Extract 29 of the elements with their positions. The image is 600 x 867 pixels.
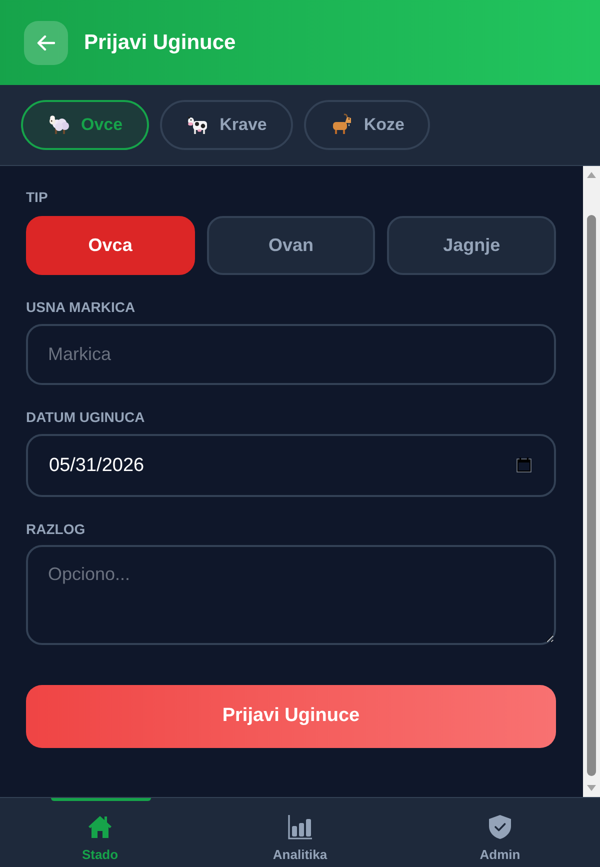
scrollbar[interactable]: [583, 166, 600, 797]
date-field[interactable]: 05/31/2026: [26, 434, 556, 497]
home-icon: [87, 814, 113, 840]
field-label: TIP: [26, 188, 49, 207]
field-label: USNA MARKICA: [26, 298, 136, 317]
field-label: DATUM UGINUCA: [26, 408, 146, 427]
nav-tab[interactable]: Stado: [0, 798, 200, 867]
species-tab[interactable]: Ovce: [21, 100, 149, 150]
sheep-icon: [47, 113, 71, 137]
shield-check-icon: [488, 814, 512, 840]
scroll-down-icon[interactable]: [587, 785, 596, 791]
bar-chart-icon: [287, 814, 313, 840]
page-title: Prijavi Uginuce: [84, 30, 236, 56]
species-tab[interactable]: Koze: [304, 100, 430, 150]
type-option[interactable]: Ovca: [26, 216, 195, 275]
nav-tab[interactable]: Analitika: [200, 798, 400, 867]
submit-button[interactable]: Prijavi Uginuce: [26, 685, 556, 748]
back-button[interactable]: [24, 20, 68, 64]
reason-field[interactable]: Opciono...: [26, 545, 556, 645]
scroll-up-icon[interactable]: [587, 172, 596, 178]
calendar-icon[interactable]: [516, 457, 532, 473]
type-option[interactable]: Jagnje: [387, 216, 556, 275]
ear-tag-field[interactable]: Markica: [26, 324, 556, 385]
nav-tab[interactable]: Admin: [400, 798, 600, 867]
scrollbar-thumb[interactable]: [587, 215, 596, 776]
field-label: RAZLOG: [26, 520, 86, 539]
back-arrow-icon: [37, 34, 55, 50]
species-tab[interactable]: Krave: [160, 100, 293, 150]
type-option[interactable]: Ovan: [206, 216, 376, 275]
